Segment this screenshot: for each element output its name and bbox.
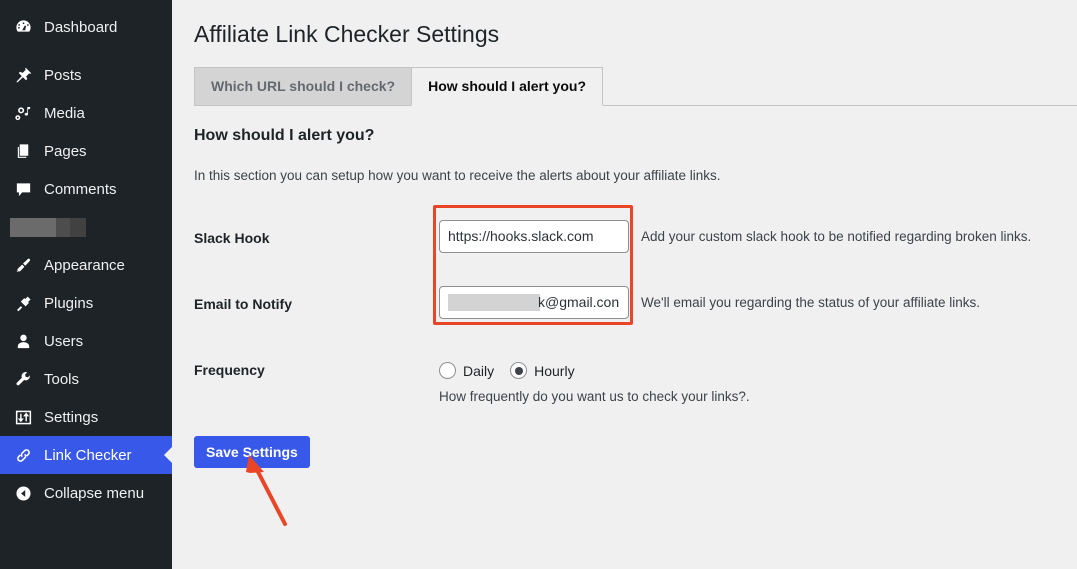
- sidebar-item-redacted[interactable]: [0, 208, 172, 246]
- slack-hook-field-group: https://hooks.slack.com Add your custom …: [439, 208, 1031, 253]
- sidebar-item-collapse-menu[interactable]: Collapse menu: [0, 474, 172, 512]
- pages-icon: [10, 142, 36, 161]
- link-icon: [10, 446, 36, 465]
- page-title: Affiliate Link Checker Settings: [194, 21, 500, 47]
- alert-settings-form: Slack Hook https://hooks.slack.com Add y…: [194, 208, 1077, 406]
- sidebar-item-label: Link Checker: [44, 446, 132, 464]
- slack-hook-label: Slack Hook: [194, 229, 270, 246]
- email-to-notify-label: Email to Notify: [194, 295, 293, 312]
- sidebar-item-appearance[interactable]: Appearance: [0, 246, 172, 284]
- sidebar-item-label: Dashboard: [44, 18, 118, 36]
- sliders-icon: [10, 408, 36, 427]
- tab-label: How should I alert you?: [428, 78, 586, 95]
- brush-icon: [10, 256, 36, 275]
- email-to-notify-input[interactable]: k@gmail.con: [439, 285, 629, 319]
- form-row-frequency: Frequency Daily Hourly How frequently do…: [194, 340, 1077, 406]
- comment-icon: [10, 180, 36, 199]
- tab-which-url-should-i-check[interactable]: Which URL should I check?: [194, 66, 413, 105]
- frequency-radio-group: Daily Hourly: [439, 360, 750, 382]
- sidebar-item-label: Posts: [44, 66, 82, 84]
- settings-content-area: Affiliate Link Checker Settings Which UR…: [172, 0, 1077, 569]
- sidebar-item-tools[interactable]: Tools: [0, 360, 172, 398]
- sidebar-item-plugins[interactable]: Plugins: [0, 284, 172, 322]
- dashboard-icon: [10, 18, 36, 37]
- slack-hook-value: https://hooks.slack.com: [448, 228, 594, 245]
- sidebar-item-label: Users: [44, 332, 84, 350]
- radio-hourly-label: Hourly: [534, 362, 575, 379]
- sidebar-item-label: Collapse menu: [44, 484, 145, 502]
- tab-how-should-i-alert-you[interactable]: How should I alert you?: [411, 66, 603, 106]
- slack-hook-help-text: Add your custom slack hook to be notifie…: [641, 228, 1032, 244]
- wordpress-admin-screen: Dashboard Posts Media Pages Comments App…: [0, 0, 1077, 569]
- sidebar-item-label: Settings: [44, 408, 99, 426]
- section-heading: How should I alert you?: [194, 126, 375, 144]
- wrench-icon: [10, 370, 36, 389]
- slack-hook-input[interactable]: https://hooks.slack.com: [439, 219, 629, 253]
- sidebar-item-label: Pages: [44, 142, 87, 160]
- sidebar-item-label: Comments: [44, 180, 117, 198]
- user-icon: [10, 332, 36, 351]
- section-description: In this section you can setup how you wa…: [194, 167, 721, 183]
- radio-daily[interactable]: [439, 362, 456, 380]
- redaction-bar: [10, 217, 86, 237]
- radio-hourly[interactable]: [510, 362, 528, 380]
- sidebar-item-label: Media: [44, 104, 85, 122]
- email-field-group: k@gmail.con We'll email you regarding th…: [439, 274, 980, 319]
- sidebar-separator: [0, 46, 172, 56]
- save-settings-button[interactable]: Save Settings: [194, 435, 310, 468]
- settings-tab-bar: Which URL should I check? How should I a…: [194, 64, 1077, 106]
- sidebar-item-label: Appearance: [44, 256, 125, 274]
- sidebar-item-posts[interactable]: Posts: [0, 56, 172, 94]
- sidebar-item-label: Tools: [44, 370, 80, 388]
- sidebar-item-link-checker[interactable]: Link Checker: [0, 436, 172, 474]
- admin-sidebar: Dashboard Posts Media Pages Comments App…: [0, 0, 172, 569]
- tab-label: Which URL should I check?: [211, 78, 396, 95]
- form-row-slack-hook: Slack Hook https://hooks.slack.com Add y…: [194, 208, 1077, 274]
- frequency-label: Frequency: [194, 361, 265, 378]
- frequency-field-group: Daily Hourly How frequently do you want …: [439, 340, 750, 404]
- email-redaction-bar: [448, 293, 540, 311]
- sidebar-item-comments[interactable]: Comments: [0, 170, 172, 208]
- media-icon: [10, 104, 36, 123]
- form-row-email-to-notify: Email to Notify k@gmail.con We'll email …: [194, 274, 1077, 340]
- email-help-text: We'll email you regarding the status of …: [641, 294, 980, 310]
- email-to-notify-value: k@gmail.con: [538, 294, 620, 311]
- sidebar-item-label: Plugins: [44, 294, 94, 312]
- sidebar-item-users[interactable]: Users: [0, 322, 172, 360]
- pin-icon: [10, 66, 36, 85]
- collapse-left-icon: [10, 484, 36, 503]
- sidebar-item-pages[interactable]: Pages: [0, 132, 172, 170]
- sidebar-item-dashboard[interactable]: Dashboard: [0, 8, 172, 46]
- sidebar-item-media[interactable]: Media: [0, 94, 172, 132]
- sidebar-item-settings[interactable]: Settings: [0, 398, 172, 436]
- frequency-help-text: How frequently do you want us to check y…: [439, 388, 750, 404]
- radio-daily-label: Daily: [463, 362, 495, 379]
- plug-icon: [10, 294, 36, 313]
